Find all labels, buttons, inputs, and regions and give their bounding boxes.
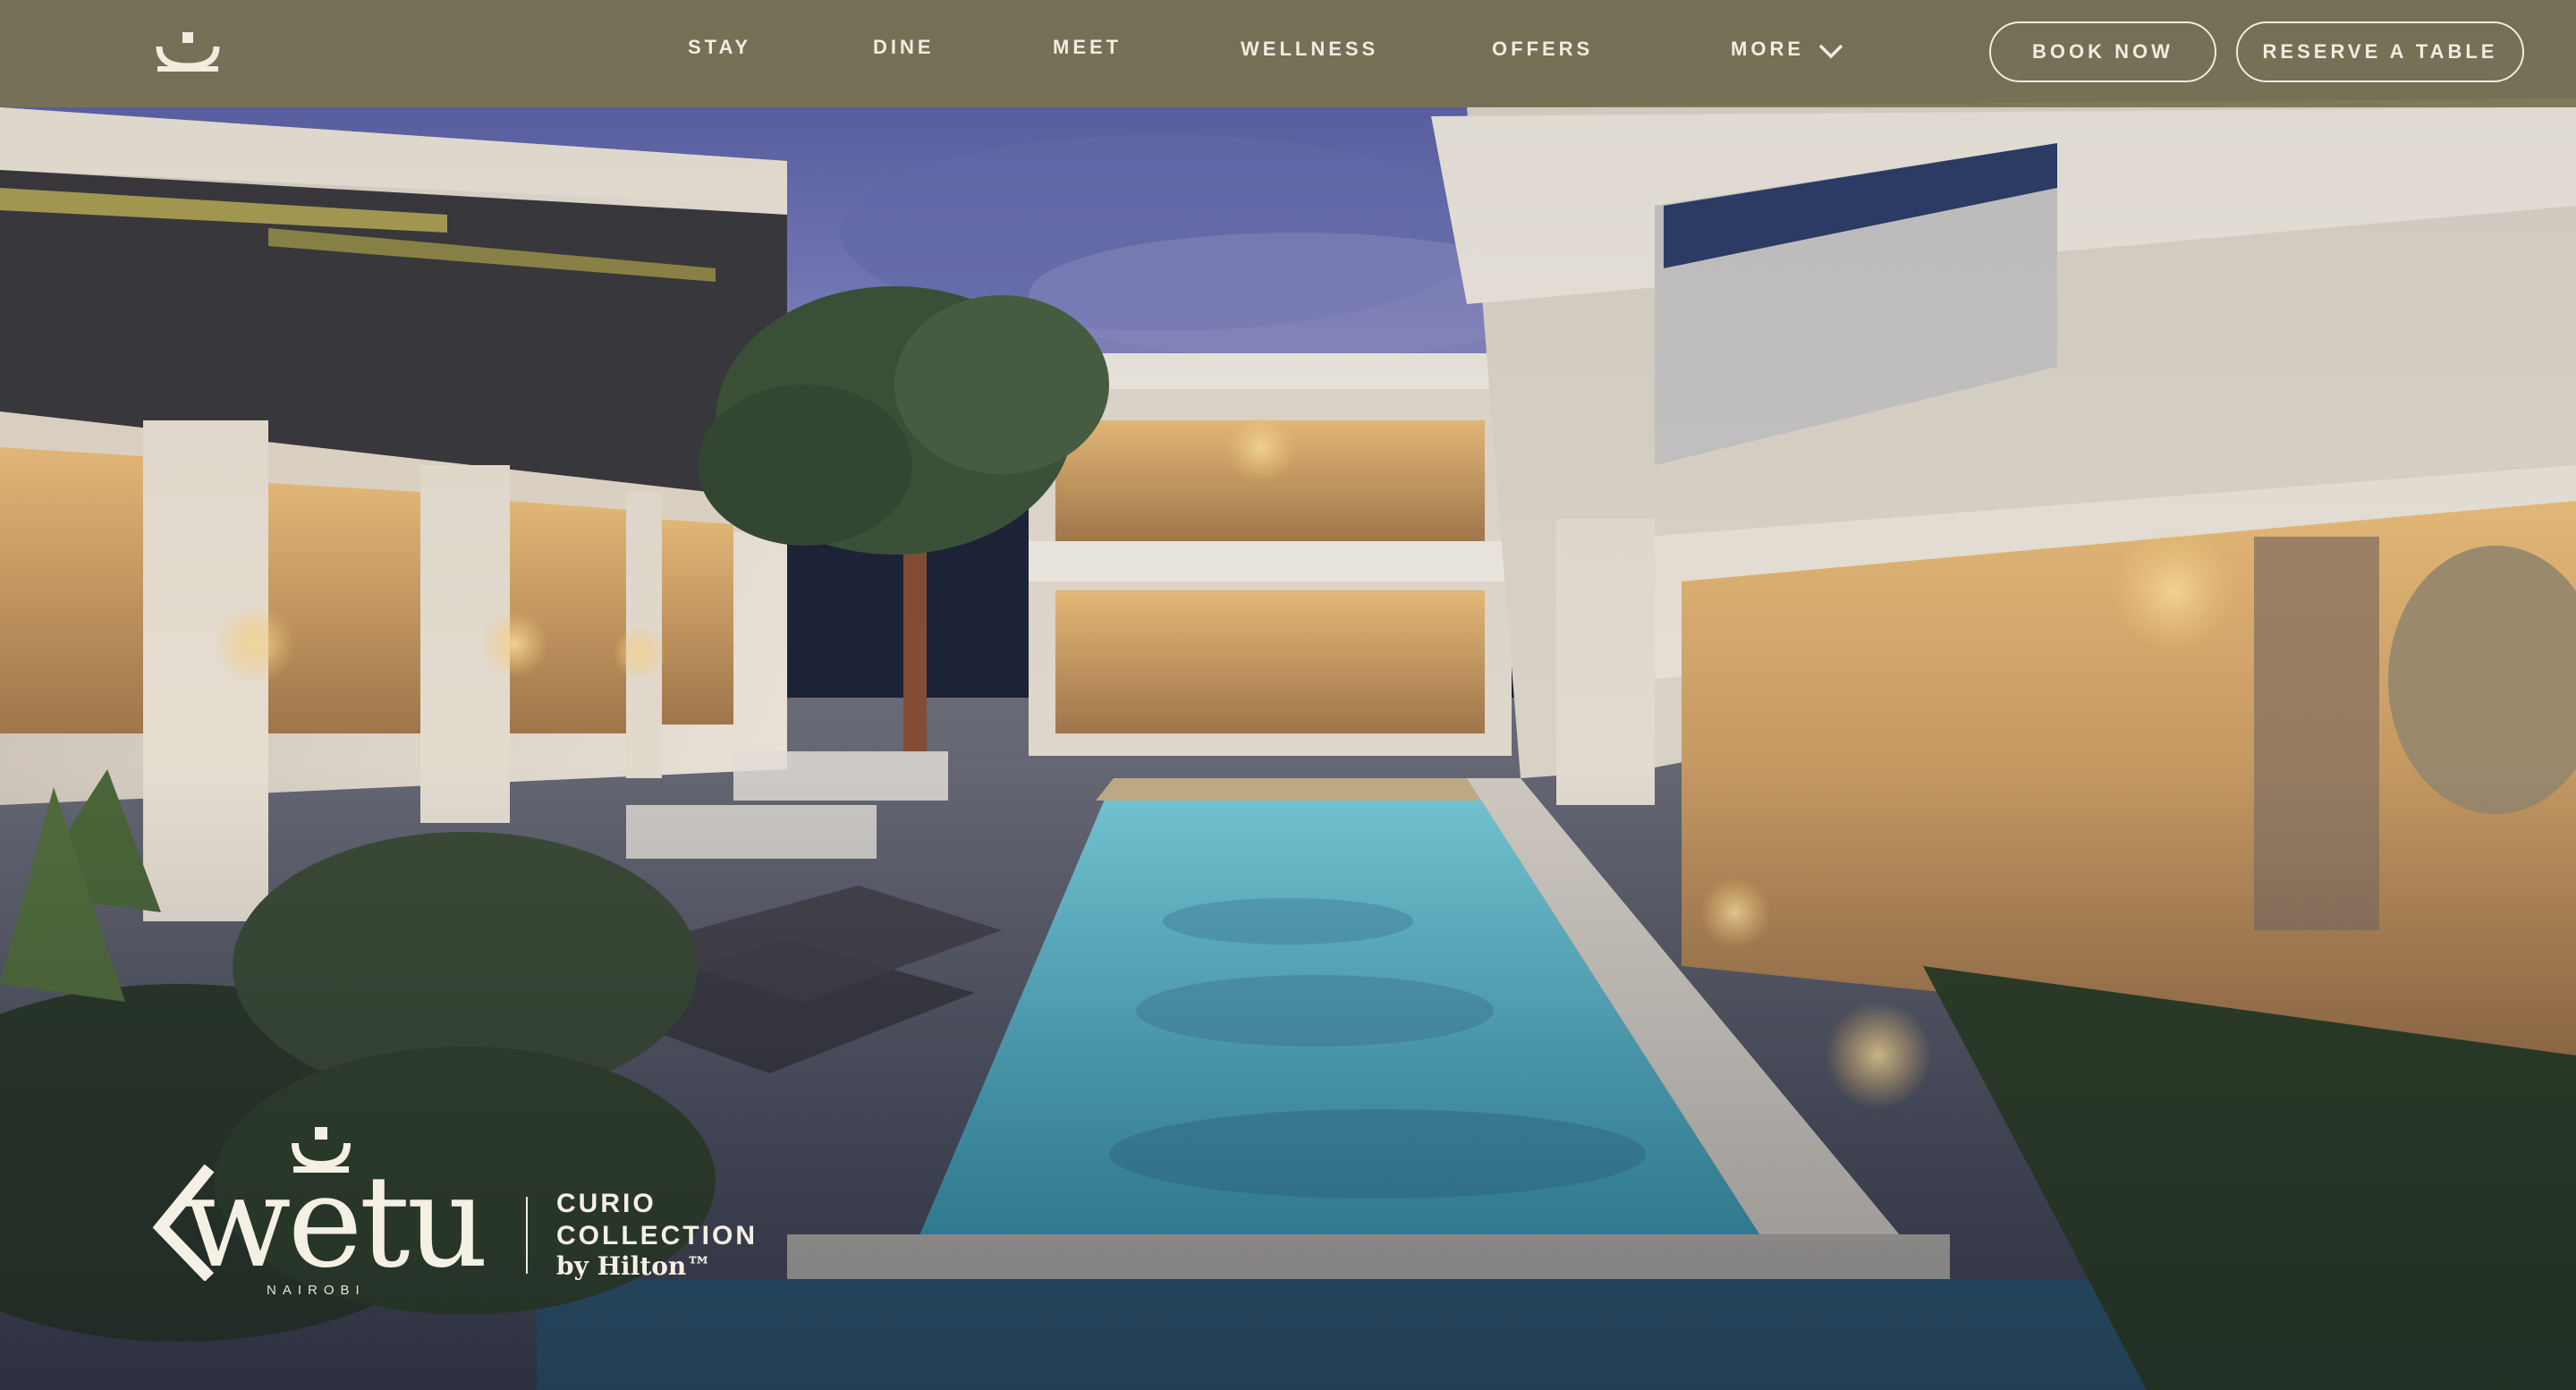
brand-wordmark: wetu: [182, 1148, 488, 1296]
nav-link-wellness[interactable]: WELLNESS: [1241, 38, 1378, 61]
nav-link-dine[interactable]: DINE: [873, 36, 935, 59]
curio-collection-logo: CURIO COLLECTION by Hilton™: [556, 1188, 758, 1281]
nav-link-more[interactable]: MORE: [1731, 38, 1843, 61]
curio-line-3: by Hilton™: [556, 1251, 712, 1281]
book-now-button[interactable]: BOOK NOW: [1989, 21, 2216, 82]
chevron-down-icon: [1818, 41, 1843, 59]
top-navbar: STAY DINE MEET WELLNESS OFFERS MORE BOOK…: [0, 0, 2576, 107]
nav-link-stay[interactable]: STAY: [688, 36, 751, 59]
brand-location: NAIROBI: [267, 1283, 366, 1298]
reserve-table-button[interactable]: RESERVE A TABLE: [2236, 21, 2524, 82]
brand-divider: [526, 1197, 528, 1274]
kwetu-logo[interactable]: wetu NAIROBI: [152, 1125, 510, 1304]
nav-link-offers[interactable]: OFFERS: [1492, 38, 1593, 61]
curio-line-2: COLLECTION: [556, 1221, 758, 1250]
nav-more-label: MORE: [1731, 38, 1804, 60]
nav-link-meet[interactable]: MEET: [1053, 36, 1122, 59]
brand-lockup: wetu NAIROBI CURIO COLLECTION by Hilton™: [152, 1125, 778, 1304]
curio-line-1: CURIO: [556, 1189, 657, 1218]
